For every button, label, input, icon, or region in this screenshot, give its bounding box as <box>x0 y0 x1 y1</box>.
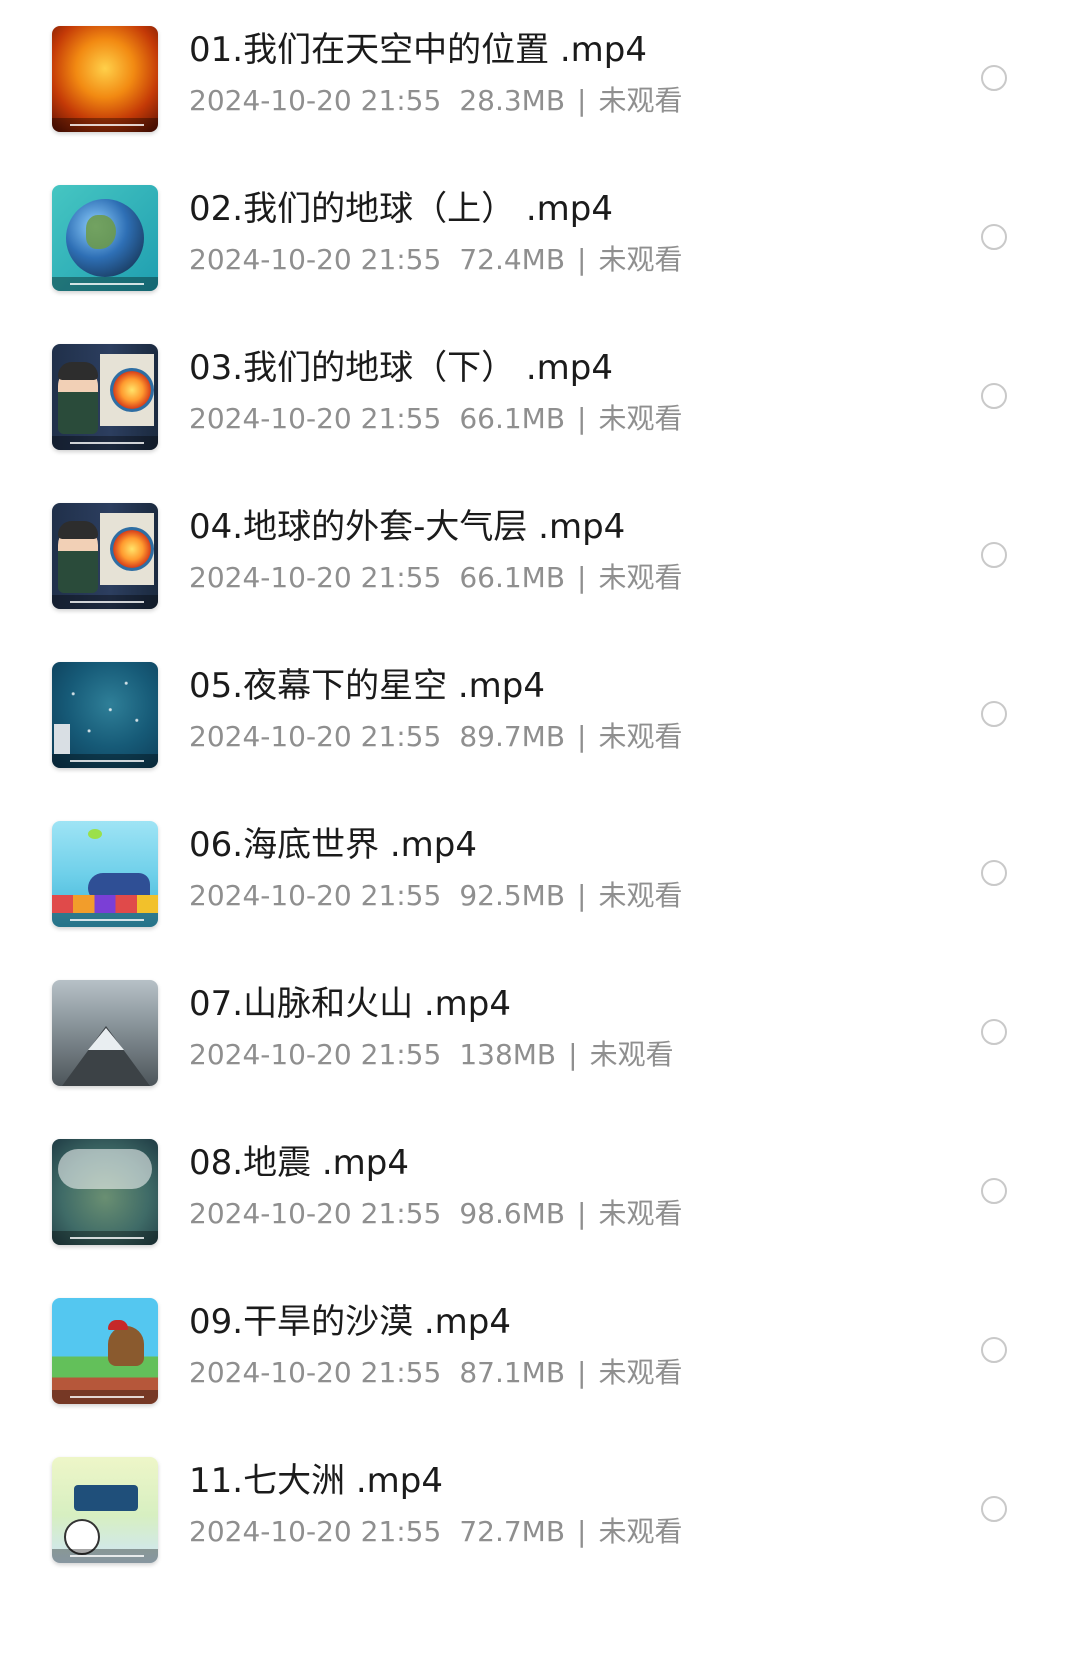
video-thumbnail[interactable] <box>52 662 158 768</box>
select-radio-button[interactable] <box>981 542 1007 568</box>
meta-separator: | <box>577 243 587 276</box>
file-date: 2024-10-20 21:55 <box>189 402 442 435</box>
file-size: 92.5MB <box>459 879 566 912</box>
watch-status: 未观看 <box>598 879 683 912</box>
meta-separator: | <box>568 1038 578 1071</box>
file-date: 2024-10-20 21:55 <box>189 720 442 753</box>
list-item[interactable]: 05.夜幕下的星空 .mp4 2024-10-20 21:55 89.7MB | 未观… <box>0 636 1080 804</box>
file-title: 02.我们的地球（上） .mp4 <box>189 189 614 229</box>
video-file-list: 01.我们在天空中的位置 .mp4 2024-10-20 21:55 28.3MB… <box>0 0 1080 1658</box>
meta-separator: | <box>577 1356 587 1389</box>
meta-separator: | <box>577 720 587 753</box>
select-radio-button[interactable] <box>981 701 1007 727</box>
file-meta: 2024-10-20 21:55 28.3MB | 未观看 <box>189 84 683 118</box>
watch-status: 未观看 <box>598 561 683 594</box>
watch-status: 未观看 <box>598 1356 683 1389</box>
file-size: 138MB <box>459 1038 557 1071</box>
file-title: 08.地震 .mp4 <box>189 1143 410 1183</box>
list-item[interactable]: 07.山脉和火山 .mp4 2024-10-20 21:55 138MB | 未观看 <box>0 954 1080 1122</box>
select-radio-button[interactable] <box>981 1019 1007 1045</box>
file-size: 98.6MB <box>459 1197 566 1230</box>
watch-status: 未观看 <box>598 720 683 753</box>
video-thumbnail[interactable] <box>52 980 158 1086</box>
file-size: 28.3MB <box>459 84 566 117</box>
file-date: 2024-10-20 21:55 <box>189 84 442 117</box>
select-radio-button[interactable] <box>981 383 1007 409</box>
file-meta: 2024-10-20 21:55 66.1MB | 未观看 <box>189 402 683 436</box>
list-item[interactable]: 02.我们的地球（上） .mp4 2024-10-20 21:55 72.4MB |… <box>0 159 1080 327</box>
watch-status: 未观看 <box>598 1515 683 1548</box>
meta-separator: | <box>577 879 587 912</box>
file-title: 11.七大洲 .mp4 <box>189 1461 444 1501</box>
select-radio-button[interactable] <box>981 1496 1007 1522</box>
video-thumbnail[interactable] <box>52 821 158 927</box>
file-title: 04.地球的外套-大气层 .mp4 <box>189 507 626 547</box>
file-title: 05.夜幕下的星空 .mp4 <box>189 666 546 706</box>
select-radio-button[interactable] <box>981 860 1007 886</box>
file-title: 09.干旱的沙漠 .mp4 <box>189 1302 512 1342</box>
meta-separator: | <box>577 84 587 117</box>
video-thumbnail[interactable] <box>52 1298 158 1404</box>
watch-status: 未观看 <box>598 84 683 117</box>
list-item[interactable]: 03.我们的地球（下） .mp4 2024-10-20 21:55 66.1MB |… <box>0 318 1080 486</box>
file-size: 87.1MB <box>459 1356 566 1389</box>
list-item[interactable]: 04.地球的外套-大气层 .mp4 2024-10-20 21:55 66.1MB… <box>0 477 1080 645</box>
watch-status: 未观看 <box>598 243 683 276</box>
select-radio-button[interactable] <box>981 1178 1007 1204</box>
file-size: 66.1MB <box>459 402 566 435</box>
select-radio-button[interactable] <box>981 224 1007 250</box>
watch-status: 未观看 <box>598 1197 683 1230</box>
video-thumbnail[interactable] <box>52 344 158 450</box>
file-meta: 2024-10-20 21:55 72.7MB | 未观看 <box>189 1515 683 1549</box>
file-size: 72.4MB <box>459 243 566 276</box>
list-item[interactable]: 06.海底世界 .mp4 2024-10-20 21:55 92.5MB | 未观看 <box>0 795 1080 963</box>
file-meta: 2024-10-20 21:55 87.1MB | 未观看 <box>189 1356 683 1390</box>
file-date: 2024-10-20 21:55 <box>189 561 442 594</box>
select-radio-button[interactable] <box>981 65 1007 91</box>
file-date: 2024-10-20 21:55 <box>189 1515 442 1548</box>
video-thumbnail[interactable] <box>52 185 158 291</box>
meta-separator: | <box>577 1197 587 1230</box>
file-title: 01.我们在天空中的位置 .mp4 <box>189 30 648 70</box>
file-meta: 2024-10-20 21:55 138MB | 未观看 <box>189 1038 674 1072</box>
file-meta: 2024-10-20 21:55 66.1MB | 未观看 <box>189 561 683 595</box>
list-item[interactable]: 11.七大洲 .mp4 2024-10-20 21:55 72.7MB | 未观看 <box>0 1431 1080 1599</box>
file-meta: 2024-10-20 21:55 89.7MB | 未观看 <box>189 720 683 754</box>
video-thumbnail[interactable] <box>52 1457 158 1563</box>
select-radio-button[interactable] <box>981 1337 1007 1363</box>
file-title: 06.海底世界 .mp4 <box>189 825 478 865</box>
meta-separator: | <box>577 1515 587 1548</box>
file-size: 89.7MB <box>459 720 566 753</box>
file-meta: 2024-10-20 21:55 72.4MB | 未观看 <box>189 243 683 277</box>
list-item[interactable]: 09.干旱的沙漠 .mp4 2024-10-20 21:55 87.1MB | 未观看 <box>0 1272 1080 1440</box>
file-date: 2024-10-20 21:55 <box>189 243 442 276</box>
watch-status: 未观看 <box>598 402 683 435</box>
video-thumbnail[interactable] <box>52 26 158 132</box>
file-title: 03.我们的地球（下） .mp4 <box>189 348 614 388</box>
file-date: 2024-10-20 21:55 <box>189 879 442 912</box>
file-date: 2024-10-20 21:55 <box>189 1038 442 1071</box>
file-date: 2024-10-20 21:55 <box>189 1356 442 1389</box>
video-thumbnail[interactable] <box>52 503 158 609</box>
list-item[interactable]: 08.地震 .mp4 2024-10-20 21:55 98.6MB | 未观看 <box>0 1113 1080 1281</box>
file-meta: 2024-10-20 21:55 92.5MB | 未观看 <box>189 879 683 913</box>
list-item[interactable]: 01.我们在天空中的位置 .mp4 2024-10-20 21:55 28.3MB… <box>0 0 1080 168</box>
video-thumbnail[interactable] <box>52 1139 158 1245</box>
file-meta: 2024-10-20 21:55 98.6MB | 未观看 <box>189 1197 683 1231</box>
meta-separator: | <box>577 402 587 435</box>
file-title: 07.山脉和火山 .mp4 <box>189 984 512 1024</box>
meta-separator: | <box>577 561 587 594</box>
file-size: 66.1MB <box>459 561 566 594</box>
file-size: 72.7MB <box>459 1515 566 1548</box>
watch-status: 未观看 <box>589 1038 674 1071</box>
file-date: 2024-10-20 21:55 <box>189 1197 442 1230</box>
